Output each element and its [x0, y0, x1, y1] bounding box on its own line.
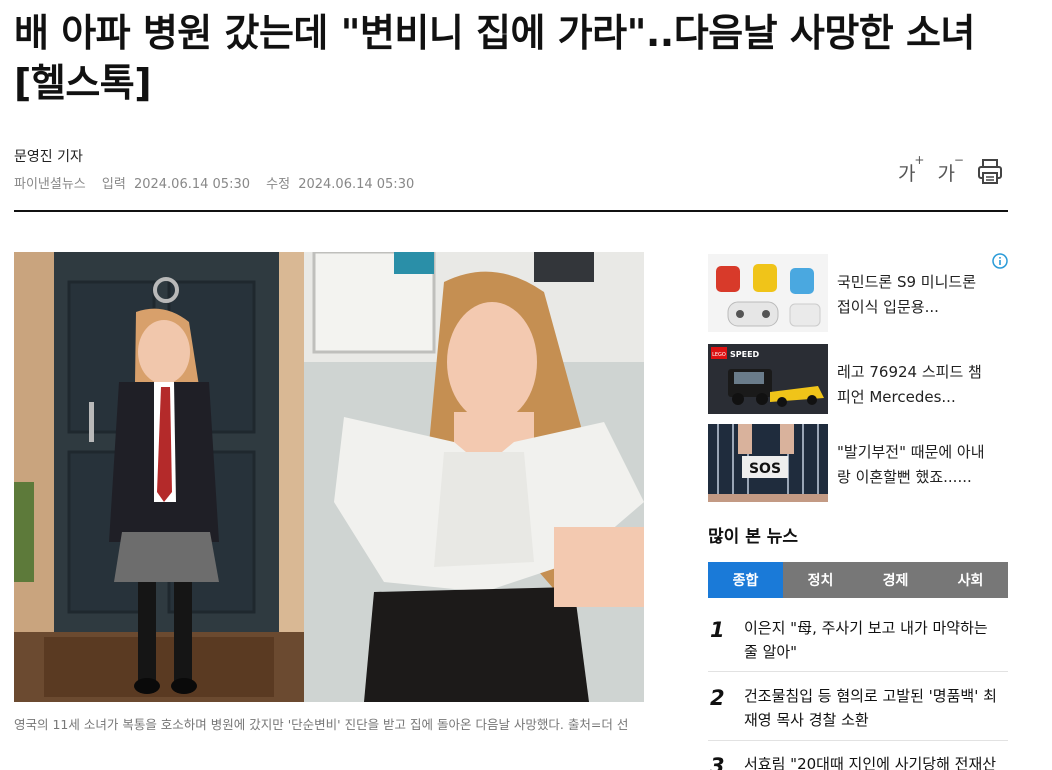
- modified-date: 2024.06.14 05:30: [298, 177, 415, 192]
- modified-label: 수정: [266, 177, 291, 192]
- ad-thumb-lego: LEGO SPEED: [708, 344, 828, 422]
- news-item-1[interactable]: 1 이은지 "母, 주사기 보고 내가 마약하는 줄 알아": [708, 616, 1008, 666]
- popular-news-tabs: 종합 정치 경제 사회: [708, 562, 1008, 598]
- news-rank: 3: [710, 754, 725, 770]
- print-icon[interactable]: [977, 158, 1003, 186]
- news-item-3[interactable]: 3 서효림 "20대때 지인에 사기당해 전재산: [708, 752, 1008, 770]
- ad-text-lego: 레고 76924 스피드 챔피언 Mercedes...: [837, 363, 982, 406]
- ad-thumb-sos: SOS: [708, 424, 828, 502]
- news-rank: 1: [710, 618, 725, 642]
- article-headline: 배 아파 병원 갔는데 "변비니 집에 가라"..다음날 사망한 소녀 [헬스톡…: [14, 11, 975, 105]
- reporter-name: 문영진 기자: [14, 149, 83, 165]
- font-increase-glyph: 가: [898, 162, 916, 185]
- tab-society[interactable]: 사회: [933, 562, 1008, 598]
- ad-thumb-drone: [708, 254, 828, 332]
- news-separator: [708, 740, 1008, 741]
- font-decrease-glyph: 가: [937, 162, 955, 185]
- article-tools: 가 + 가 −: [898, 153, 1003, 186]
- article-photo: [14, 252, 644, 702]
- plus-icon: +: [914, 152, 925, 167]
- tab-overall[interactable]: 종합: [708, 562, 783, 598]
- header-divider: [14, 210, 1008, 212]
- publisher-name: 파이낸셜뉴스: [14, 177, 86, 192]
- news-title: 건조물침입 등 혐의로 고발된 '명품백' 최재영 목사 경찰 소환: [744, 687, 997, 729]
- published-date: 2024.06.14 05:30: [133, 177, 250, 192]
- tab-politics[interactable]: 정치: [783, 562, 858, 598]
- news-item-2[interactable]: 2 건조물침입 등 혐의로 고발된 '명품백' 최재영 목사 경찰 소환: [708, 684, 1008, 734]
- published-label: 입력: [101, 177, 126, 192]
- popular-news-title: 많이 본 뉴스: [708, 527, 799, 547]
- news-title: 이은지 "母, 주사기 보고 내가 마약하는 줄 알아": [744, 619, 988, 661]
- article-meta: 파이낸셜뉴스 입력 2024.06.14 05:30 수정 2024.06.14…: [14, 173, 426, 192]
- font-size-increase-button[interactable]: 가 +: [898, 153, 924, 186]
- news-rank: 2: [710, 686, 725, 710]
- lego-logo-text: LEGO: [712, 352, 726, 358]
- news-separator: [708, 671, 1008, 672]
- sos-label: SOS: [749, 461, 781, 477]
- photo-caption: 영국의 11세 소녀가 복통을 호소하며 병원에 갔지만 '단순변비' 진단을 …: [14, 717, 629, 732]
- ad-item-drone[interactable]: 국민드론 S9 미니드론 접이식 입문용...: [708, 254, 1008, 332]
- font-size-decrease-button[interactable]: 가 −: [937, 153, 963, 186]
- minus-icon: −: [953, 152, 964, 167]
- ad-text-sos: "발기부전" 때문에 아내랑 이혼할뻔 했죠......: [837, 443, 985, 486]
- news-title: 서효림 "20대때 지인에 사기당해 전재산: [744, 755, 997, 770]
- ad-item-sos[interactable]: SOS "발기부전" 때문에 아내랑 이혼할뻔 했죠......: [708, 424, 1008, 502]
- tab-economy[interactable]: 경제: [858, 562, 933, 598]
- ad-item-lego[interactable]: LEGO SPEED 레고 76924 스피드 챔피언 Mercedes...: [708, 344, 1008, 422]
- ad-text-drone: 국민드론 S9 미니드론 접이식 입문용...: [837, 273, 977, 316]
- lego-speed-text: SPEED: [730, 350, 760, 359]
